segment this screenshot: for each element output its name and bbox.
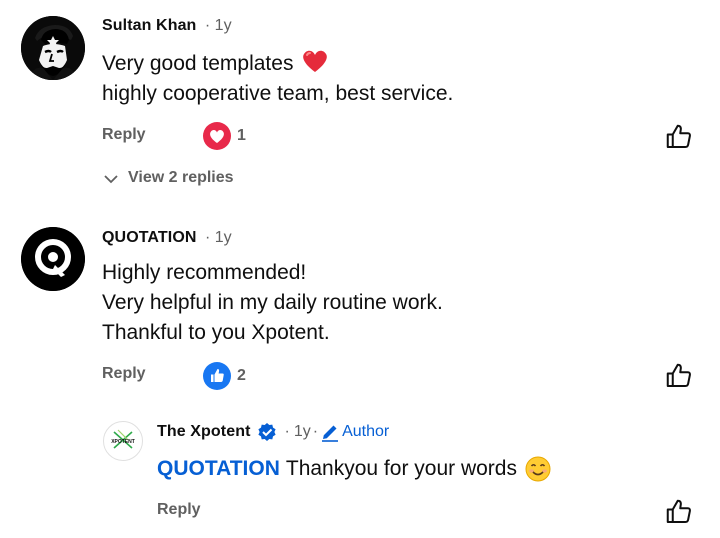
reply-button[interactable]: Reply <box>102 126 146 144</box>
reply-message: Thankyou for your words <box>285 457 517 480</box>
comment-header: Sultan Khan · 1y <box>102 17 232 35</box>
separator-dot: · <box>204 229 211 246</box>
like-reaction[interactable]: 2 <box>203 362 246 390</box>
comment-author[interactable]: QUOTATION <box>102 229 197 246</box>
thumbs-up-icon[interactable] <box>664 361 694 391</box>
separator-dot: · <box>204 17 211 34</box>
reply-author[interactable]: The Xpotent <box>157 423 251 441</box>
comment-text: Very good templates highly cooperative t… <box>102 49 453 109</box>
verified-icon <box>257 423 276 441</box>
portrait-icon <box>21 16 85 80</box>
avatar-quotation[interactable] <box>21 227 85 291</box>
separator-dot: · <box>312 423 319 440</box>
view-replies-label: View 2 replies <box>128 169 234 186</box>
like-reaction-icon <box>203 362 231 390</box>
avatar-logo-text: XPOTENT <box>111 439 135 445</box>
comment-text: Highly recommended! Very helpful in my d… <box>102 258 443 348</box>
reply-text: QUOTATION Thankyou for your words <box>157 454 551 484</box>
reply-button[interactable]: Reply <box>157 501 201 519</box>
heart-emoji-icon <box>303 50 328 72</box>
comment-header: QUOTATION · 1y <box>102 229 232 247</box>
pencil-icon <box>322 425 339 442</box>
reply-header: The Xpotent · 1y · Author <box>157 422 389 442</box>
reply-button[interactable]: Reply <box>102 365 146 383</box>
heart-reaction-icon <box>203 122 231 150</box>
comment-age[interactable]: 1y <box>215 229 232 246</box>
heart-reaction[interactable]: 1 <box>203 122 246 150</box>
comment-age[interactable]: 1y <box>215 17 232 34</box>
view-replies-button[interactable]: View 2 replies <box>102 169 234 187</box>
smile-emoji-icon <box>525 456 551 482</box>
avatar-the-xpotent[interactable]: XPOTENT <box>103 421 143 461</box>
author-badge: Author <box>342 423 390 440</box>
reaction-count: 2 <box>237 367 246 384</box>
separator-dot: · <box>284 423 290 440</box>
mention-link[interactable]: QUOTATION <box>157 454 280 484</box>
reaction-count: 1 <box>237 127 246 144</box>
reply-age[interactable]: 1y <box>294 423 311 441</box>
xpotent-logo-icon: XPOTENT <box>111 429 135 449</box>
comment-line: highly cooperative team, best service. <box>102 82 454 105</box>
comment-line: Very helpful in my daily routine work. <box>102 291 443 314</box>
quotation-logo-icon <box>21 227 85 291</box>
thumbs-up-icon[interactable] <box>664 497 694 527</box>
comment-line: Thankful to you Xpotent. <box>102 321 330 344</box>
comment-line: Very good templates <box>102 49 453 79</box>
avatar-sultan-khan[interactable] <box>21 16 85 80</box>
comment-line: Highly recommended! <box>102 261 307 284</box>
thumbs-up-icon[interactable] <box>664 122 694 152</box>
chevron-down-icon <box>104 175 118 184</box>
comment-author[interactable]: Sultan Khan <box>102 17 196 34</box>
